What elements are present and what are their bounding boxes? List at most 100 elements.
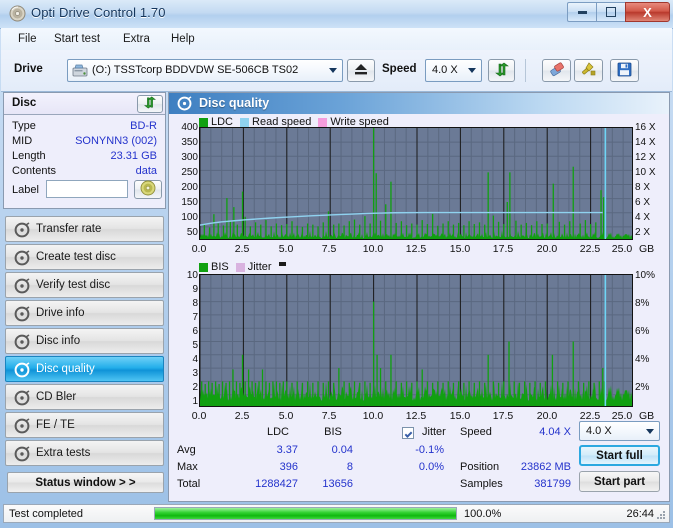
menu-item-extra[interactable]: Extra: [117, 32, 156, 46]
sidebar-item-verify-test-disc[interactable]: Verify test disc: [5, 272, 164, 298]
ldc-y2tick: 14 X: [635, 137, 656, 148]
minimize-button[interactable]: [567, 2, 596, 22]
status-message: Test completed: [9, 507, 83, 520]
bis-xtick: 15.0: [449, 410, 471, 422]
progress-percent: 100.0%: [464, 507, 502, 520]
bis-ytick: 4: [192, 354, 198, 365]
bis-xtick: 17.5: [492, 410, 514, 422]
jitter-checkbox-label: Jitter: [422, 426, 446, 438]
ldc-xtick: 20.0: [536, 243, 558, 255]
bis-ytick: 9: [192, 284, 198, 295]
menu-item-start-test[interactable]: Start test: [48, 32, 106, 46]
disc-icon: [14, 334, 30, 350]
bis-ytick: 6: [192, 326, 198, 337]
app-window: Opti Drive Control 1.70 X File Start tes…: [0, 0, 673, 528]
erase-button[interactable]: [542, 59, 571, 82]
bis-xtick: 10.0: [362, 410, 384, 422]
bis-legend-swatch: [199, 262, 208, 272]
stats-col-bis: BIS: [324, 426, 342, 438]
menu-item-help[interactable]: Help: [165, 32, 201, 46]
disc-icon: [14, 390, 30, 406]
bis-y2tick: 8%: [635, 298, 650, 309]
bis-xtick: 5.0: [278, 410, 294, 422]
sidebar-item-disc-info[interactable]: Disc info: [5, 328, 164, 354]
close-button[interactable]: X: [625, 2, 670, 22]
sidebar-item-extra-tests[interactable]: Extra tests: [5, 440, 164, 466]
refresh-icon: [143, 96, 157, 112]
start-part-button[interactable]: Start part: [579, 471, 660, 492]
sidebar-item-label: Drive info: [36, 307, 85, 319]
stats-max-jitter: 0.0%: [418, 461, 444, 473]
speed-stat-value: 4.04 X: [539, 426, 571, 438]
ldc-ytick: 50: [186, 227, 198, 238]
sidebar-item-drive-info[interactable]: Drive info: [5, 300, 164, 326]
drive-select[interactable]: (O:) TSSTcorp BDDVDW SE-506CB TS02: [67, 59, 343, 82]
disc-label-button[interactable]: [134, 180, 162, 199]
disc-label-label: Label: [12, 184, 39, 196]
sidebar-item-cd-bler[interactable]: CD Bler: [5, 384, 164, 410]
bis-ytick: 5: [192, 340, 198, 351]
sidebar-item-disc-quality[interactable]: Disc quality: [5, 356, 164, 382]
disc-icon: [14, 250, 30, 266]
drive-icon: [72, 63, 88, 79]
bis-ytick: 3: [192, 368, 198, 379]
test-speed-chevron-down-icon[interactable]: [641, 422, 659, 440]
settings-button[interactable]: [574, 59, 603, 82]
maximize-button[interactable]: [596, 2, 625, 22]
bis-ytick: 2: [192, 382, 198, 393]
disc-length-value: 23.31 GB: [110, 150, 157, 162]
bis-ytick: 7: [192, 312, 198, 323]
speed-select[interactable]: 4.0 X: [425, 59, 482, 82]
menu-bar: File Start test Extra Help: [1, 28, 672, 51]
read-speed-legend-swatch: [240, 117, 250, 127]
disc-icon: [14, 306, 30, 322]
status-window-button[interactable]: Status window > >: [7, 472, 164, 493]
speed-chevron-down-icon[interactable]: [463, 60, 481, 81]
ldc-ytick: 250: [181, 167, 198, 178]
left-sidebar: Disc Type BD-R MID SONYNN3 (002) Length …: [3, 92, 166, 502]
save-button[interactable]: [610, 59, 639, 82]
menu-item-file[interactable]: File: [12, 32, 43, 46]
minimize-icon: [577, 10, 587, 14]
test-speed-select[interactable]: 4.0 X: [579, 421, 660, 441]
resize-grip-icon[interactable]: [655, 509, 666, 520]
ldc-ytick: 200: [181, 182, 198, 193]
sidebar-item-label: CD Bler: [36, 391, 77, 403]
ldc-ytick: 100: [181, 212, 198, 223]
sidebar-item-label: FE / TE: [36, 419, 75, 431]
sidebar-item-transfer-rate[interactable]: Transfer rate: [5, 216, 164, 242]
stats-avg-ldc: 3.37: [276, 444, 298, 456]
sidebar-item-label: Disc info: [36, 335, 81, 347]
ldc-ytick: 350: [181, 137, 198, 148]
drive-chevron-down-icon[interactable]: [324, 60, 342, 81]
refresh-button[interactable]: [488, 59, 515, 82]
jitter-checkbox[interactable]: [402, 427, 414, 439]
disc-refresh-button[interactable]: [137, 95, 163, 113]
ldc-plot-area[interactable]: [199, 127, 633, 240]
disc-icon: [14, 222, 30, 238]
sidebar-item-create-test-disc[interactable]: Create test disc: [5, 244, 164, 270]
ldc-y2tick: 6 X: [635, 197, 651, 208]
refresh-icon: [494, 62, 510, 80]
eject-icon: [353, 62, 369, 79]
bis-plot-area[interactable]: [199, 274, 633, 407]
content-title: Disc quality: [199, 96, 270, 110]
bis-y2tick: 6%: [635, 326, 650, 337]
eject-button[interactable]: [347, 59, 375, 82]
bis-xtick: 2.5: [234, 410, 250, 422]
sidebar-item-fe-te[interactable]: FE / TE: [5, 412, 164, 438]
app-disc-icon: [9, 5, 26, 22]
disc-icon: [14, 418, 30, 434]
status-bar: Test completed 100.0% 26:44: [3, 504, 670, 523]
start-full-button[interactable]: Start full: [579, 445, 660, 466]
disc-type-value: BD-R: [130, 120, 157, 132]
stats-max-bis: 8: [346, 461, 353, 473]
speed-value: 4.0 X: [432, 64, 458, 76]
bis-y2tick: 10%: [635, 270, 656, 281]
disc-mid-label: MID: [12, 135, 33, 147]
ldc-xtick: 17.5: [492, 243, 514, 255]
disc-label-input[interactable]: [46, 180, 128, 198]
stats-avg-jitter: -0.1%: [415, 444, 444, 456]
cd-disc-icon: [140, 180, 156, 199]
plug-icon: [580, 61, 597, 80]
